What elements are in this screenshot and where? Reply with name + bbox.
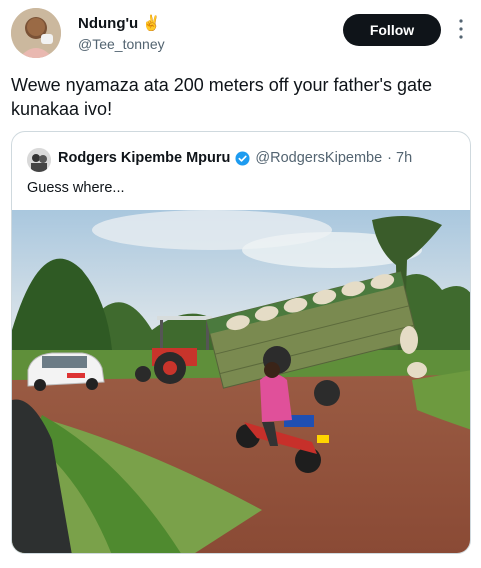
verified-badge-icon — [235, 150, 250, 166]
tweet-text-line: kunakaa ivo! — [11, 99, 113, 119]
overturned-trailer-photo[interactable] — [12, 210, 470, 553]
quoted-author-handle[interactable]: @RodgersKipembe — [255, 150, 382, 166]
victory-hand-icon: ✌ — [142, 15, 161, 32]
author-handle[interactable]: @Tee_tonney — [78, 36, 165, 52]
tweet-header: Ndung'u ✌ @Tee_tonney Follow — [0, 0, 481, 64]
quoted-tweet[interactable]: Rodgers Kipembe Mpuru @RodgersKipembe · … — [11, 131, 471, 554]
quoted-tweet-text: Guess where... — [27, 180, 125, 196]
tweet-text: Wewe nyamaza ata 200 meters off your fat… — [11, 73, 471, 121]
more-options-icon[interactable] — [455, 18, 467, 40]
quoted-author-avatar[interactable] — [27, 148, 51, 172]
quoted-author-name[interactable]: Rodgers Kipembe Mpuru — [58, 150, 230, 166]
tweet-text-line: Wewe nyamaza ata 200 meters off your fat… — [11, 75, 432, 95]
quoted-timestamp[interactable]: · 7h — [387, 150, 412, 166]
author-avatar[interactable] — [11, 8, 61, 58]
author-name[interactable]: Ndung'u — [78, 15, 138, 32]
follow-button[interactable]: Follow — [343, 14, 441, 46]
